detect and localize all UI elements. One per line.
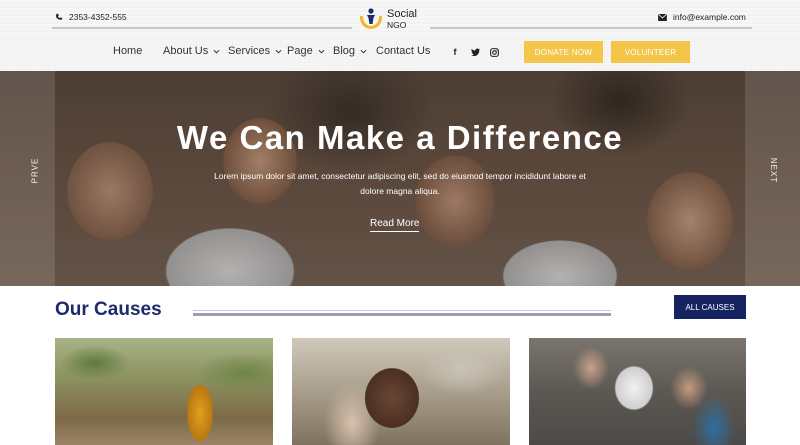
logo-subtitle: NGO [387,20,407,30]
phone-number: 2353-4352-555 [69,12,127,22]
envelope-icon [658,13,667,21]
chevron-down-icon [275,49,282,54]
read-more-link[interactable]: Read More [370,218,420,232]
nav-item-page[interactable]: Page [287,45,325,57]
chevron-down-icon [213,49,220,54]
nav-label: About Us [163,45,209,57]
nav-item-home[interactable]: Home [113,45,142,57]
nav-item-blog[interactable]: Blog [333,45,367,57]
cause-card-image-child[interactable] [292,338,510,445]
nav-item-contact-us[interactable]: Contact Us [376,45,430,57]
topbar-divider-left [52,27,352,29]
causes-divider [193,310,611,316]
donate-now-button[interactable]: DONATE NOW [524,41,603,63]
main-navigation: Home About Us Services Page Blog Contact… [0,34,800,71]
volunteer-button[interactable]: VOLUNTEER [611,41,690,63]
phone-contact[interactable]: 2353-4352-555 [55,12,127,22]
hero-title: We Can Make a Difference [176,119,624,156]
instagram-icon[interactable] [489,47,499,57]
email-address: info@example.com [673,12,746,22]
twitter-icon[interactable] [470,47,480,57]
nav-label: Home [113,45,143,57]
nav-label: Contact Us [376,45,431,57]
nav-item-services[interactable]: Services [228,45,282,57]
chevron-down-icon [360,49,367,54]
facebook-icon[interactable]: f [450,47,460,57]
nav-item-about-us[interactable]: About Us [163,45,220,57]
hero-prev-button[interactable]: PRVE [0,71,55,286]
top-info-bar: 2353-4352-555 Social NGO info@example.co… [0,0,800,34]
topbar-divider-right [430,27,752,29]
phone-icon [56,13,63,20]
site-logo[interactable]: Social NGO [357,6,417,32]
chevron-down-icon [318,49,325,54]
nav-label: Page [287,45,313,57]
hero-next-button[interactable]: NEXT [745,71,800,286]
all-causes-button[interactable]: ALL CAUSES [674,295,746,319]
cause-card-image-children[interactable] [529,338,746,445]
hero-description: Lorem ipsum dolor sit amet, consectetur … [214,171,586,196]
email-contact[interactable]: info@example.com [658,12,746,22]
nav-label: Services [228,45,271,57]
logo-hands-icon [357,6,385,32]
cause-card-image-water[interactable] [55,338,273,445]
causes-heading: Our Causes [55,299,162,320]
prev-label: PRVE [30,157,40,184]
nav-label: Blog [333,45,356,57]
next-label: NEXT [769,157,779,184]
hero-banner: PRVE NEXT We Can Make a Difference Lorem… [0,71,800,286]
logo-title: Social [387,8,417,20]
